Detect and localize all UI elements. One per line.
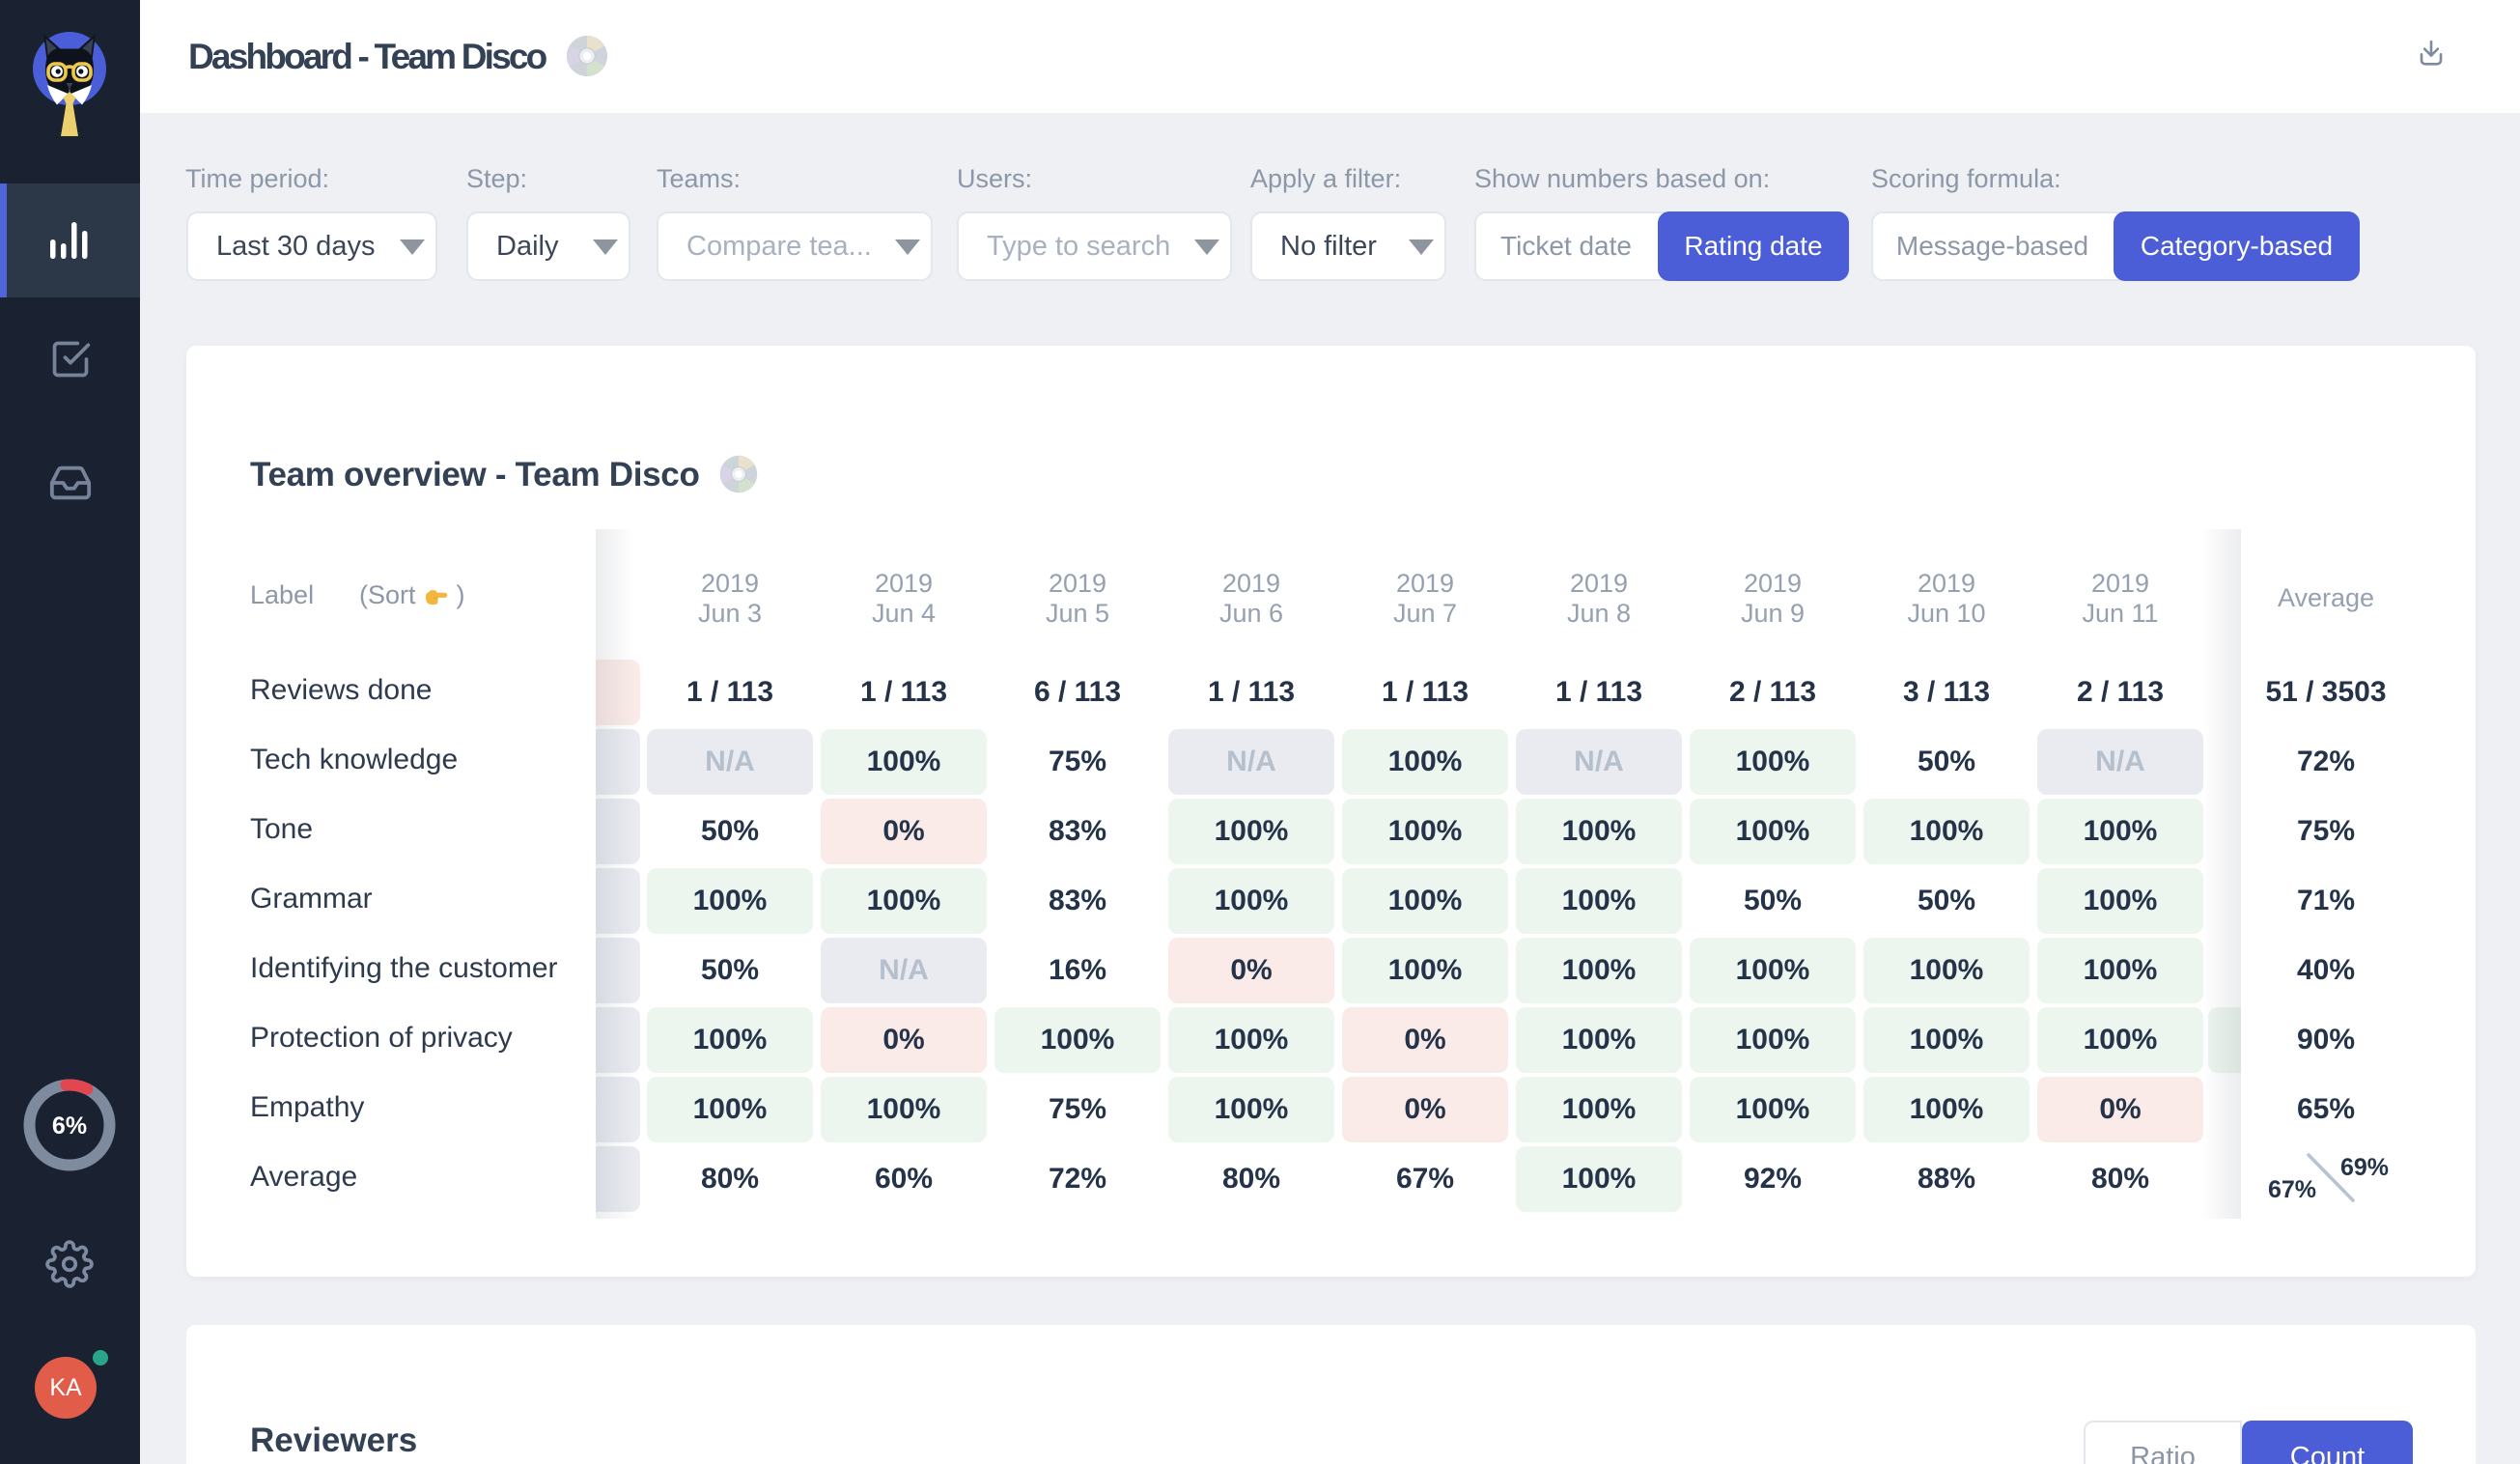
svg-text:6%: 6% xyxy=(52,1112,87,1140)
